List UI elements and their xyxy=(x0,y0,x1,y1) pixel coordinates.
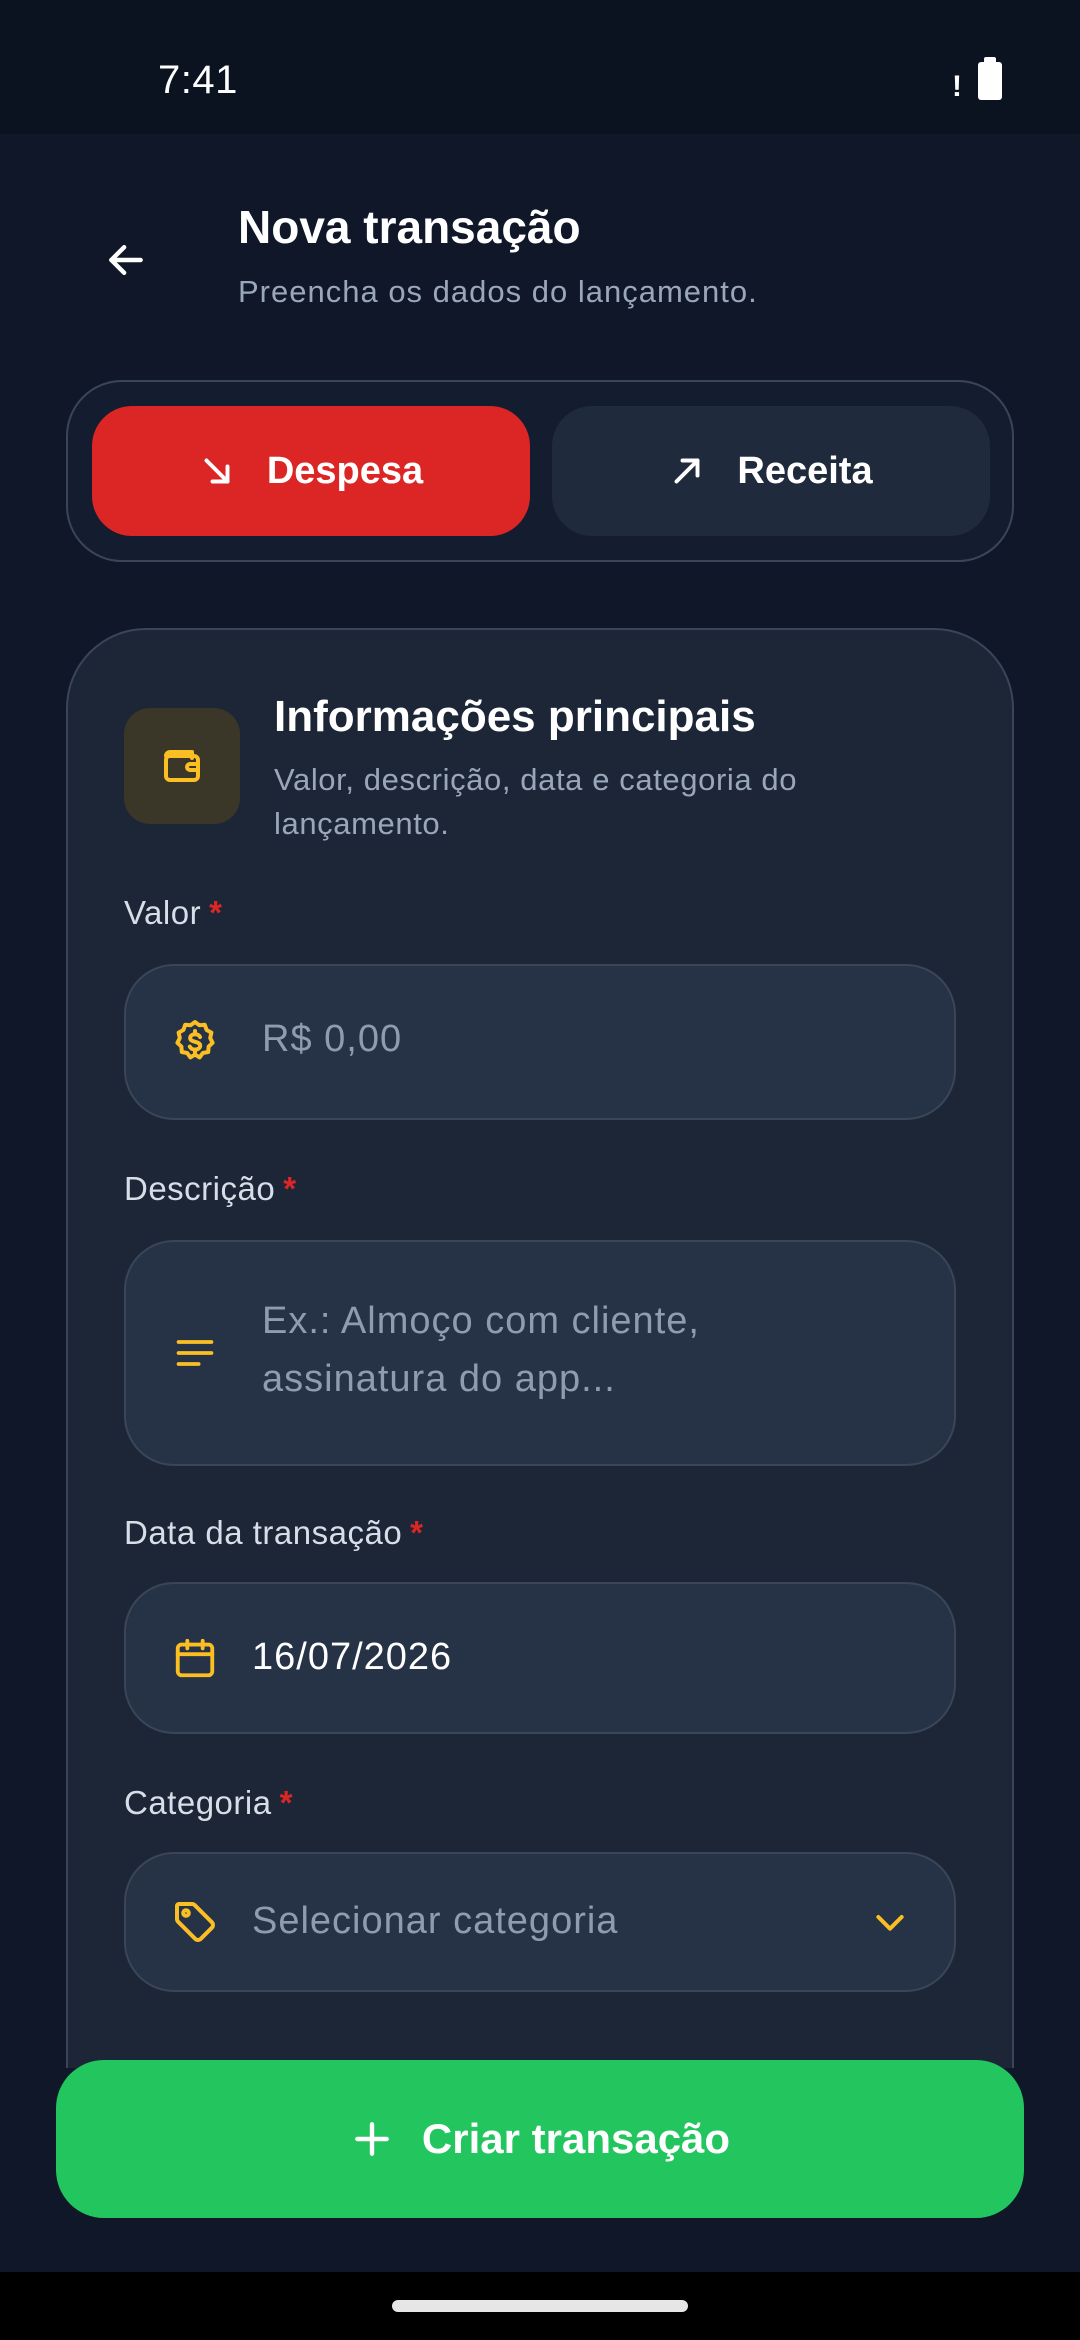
back-button[interactable] xyxy=(90,224,162,296)
description-label-text: Descrição xyxy=(124,1170,276,1207)
income-toggle-button[interactable]: Receita xyxy=(552,406,990,536)
category-select[interactable]: Selecionar categoria xyxy=(124,1852,956,1992)
calendar-icon xyxy=(170,1633,220,1683)
description-placeholder-line1: Ex.: Almoço com cliente, xyxy=(262,1300,700,1342)
category-placeholder: Selecionar categoria xyxy=(252,1900,619,1942)
chevron-down-icon xyxy=(876,1915,904,1931)
category-label-text: Categoria xyxy=(124,1784,272,1821)
main-info-card: Informações principais Valor, descrição,… xyxy=(66,628,1014,2068)
description-input[interactable]: Ex.: Almoço com cliente, assinatura do a… xyxy=(262,1292,700,1408)
page-header: Nova transação Preencha os dados do lanç… xyxy=(0,134,1080,364)
amount-input[interactable]: R$ 0,00 xyxy=(262,1018,402,1061)
description-field[interactable]: Ex.: Almoço com cliente, assinatura do a… xyxy=(124,1240,956,1466)
description-label: Descrição * xyxy=(124,1170,297,1208)
amount-label: Valor * xyxy=(124,894,222,932)
required-mark: * xyxy=(209,894,223,931)
dollar-badge-icon xyxy=(170,1017,220,1067)
page-title: Nova transação xyxy=(238,201,581,253)
category-label: Categoria * xyxy=(124,1784,293,1822)
card-icon-badge xyxy=(124,708,240,824)
tag-icon xyxy=(170,1897,220,1947)
income-label: Receita xyxy=(737,449,873,492)
expense-label: Despesa xyxy=(266,449,424,492)
create-transaction-button[interactable]: Criar transação xyxy=(56,2060,1024,2218)
description-placeholder-line2: assinatura do app... xyxy=(262,1358,616,1400)
arrow-up-right-icon xyxy=(674,458,700,484)
card-subtitle: Valor, descrição, data e categoria do la… xyxy=(274,762,798,841)
create-transaction-label: Criar transação xyxy=(421,2115,731,2162)
required-mark: * xyxy=(283,1170,297,1207)
plus-icon xyxy=(355,2122,389,2156)
alert-icon: ! xyxy=(952,70,962,103)
card-title: Informações principais xyxy=(274,692,756,741)
arrow-down-right-icon xyxy=(204,458,230,484)
date-input[interactable]: 16/07/2026 xyxy=(252,1636,452,1679)
battery-icon xyxy=(978,57,1002,100)
required-mark: * xyxy=(410,1514,424,1551)
transaction-type-toggle: Despesa Receita xyxy=(66,380,1014,562)
date-label-text: Data da transação xyxy=(124,1514,403,1551)
amount-label-text: Valor xyxy=(124,894,202,931)
required-mark: * xyxy=(279,1784,293,1821)
arrow-left-icon xyxy=(109,244,143,276)
status-bar: 7:41 ! xyxy=(0,0,1080,134)
text-lines-icon xyxy=(170,1328,220,1378)
home-indicator[interactable] xyxy=(392,2300,688,2312)
wallet-icon xyxy=(164,750,200,782)
expense-toggle-button[interactable]: Despesa xyxy=(92,406,530,536)
date-label: Data da transação * xyxy=(124,1514,424,1552)
status-time: 7:41 xyxy=(158,58,238,102)
page-subtitle: Preencha os dados do lançamento. xyxy=(238,274,758,309)
amount-field[interactable]: R$ 0,00 xyxy=(124,964,956,1120)
date-field[interactable]: 16/07/2026 xyxy=(124,1582,956,1734)
